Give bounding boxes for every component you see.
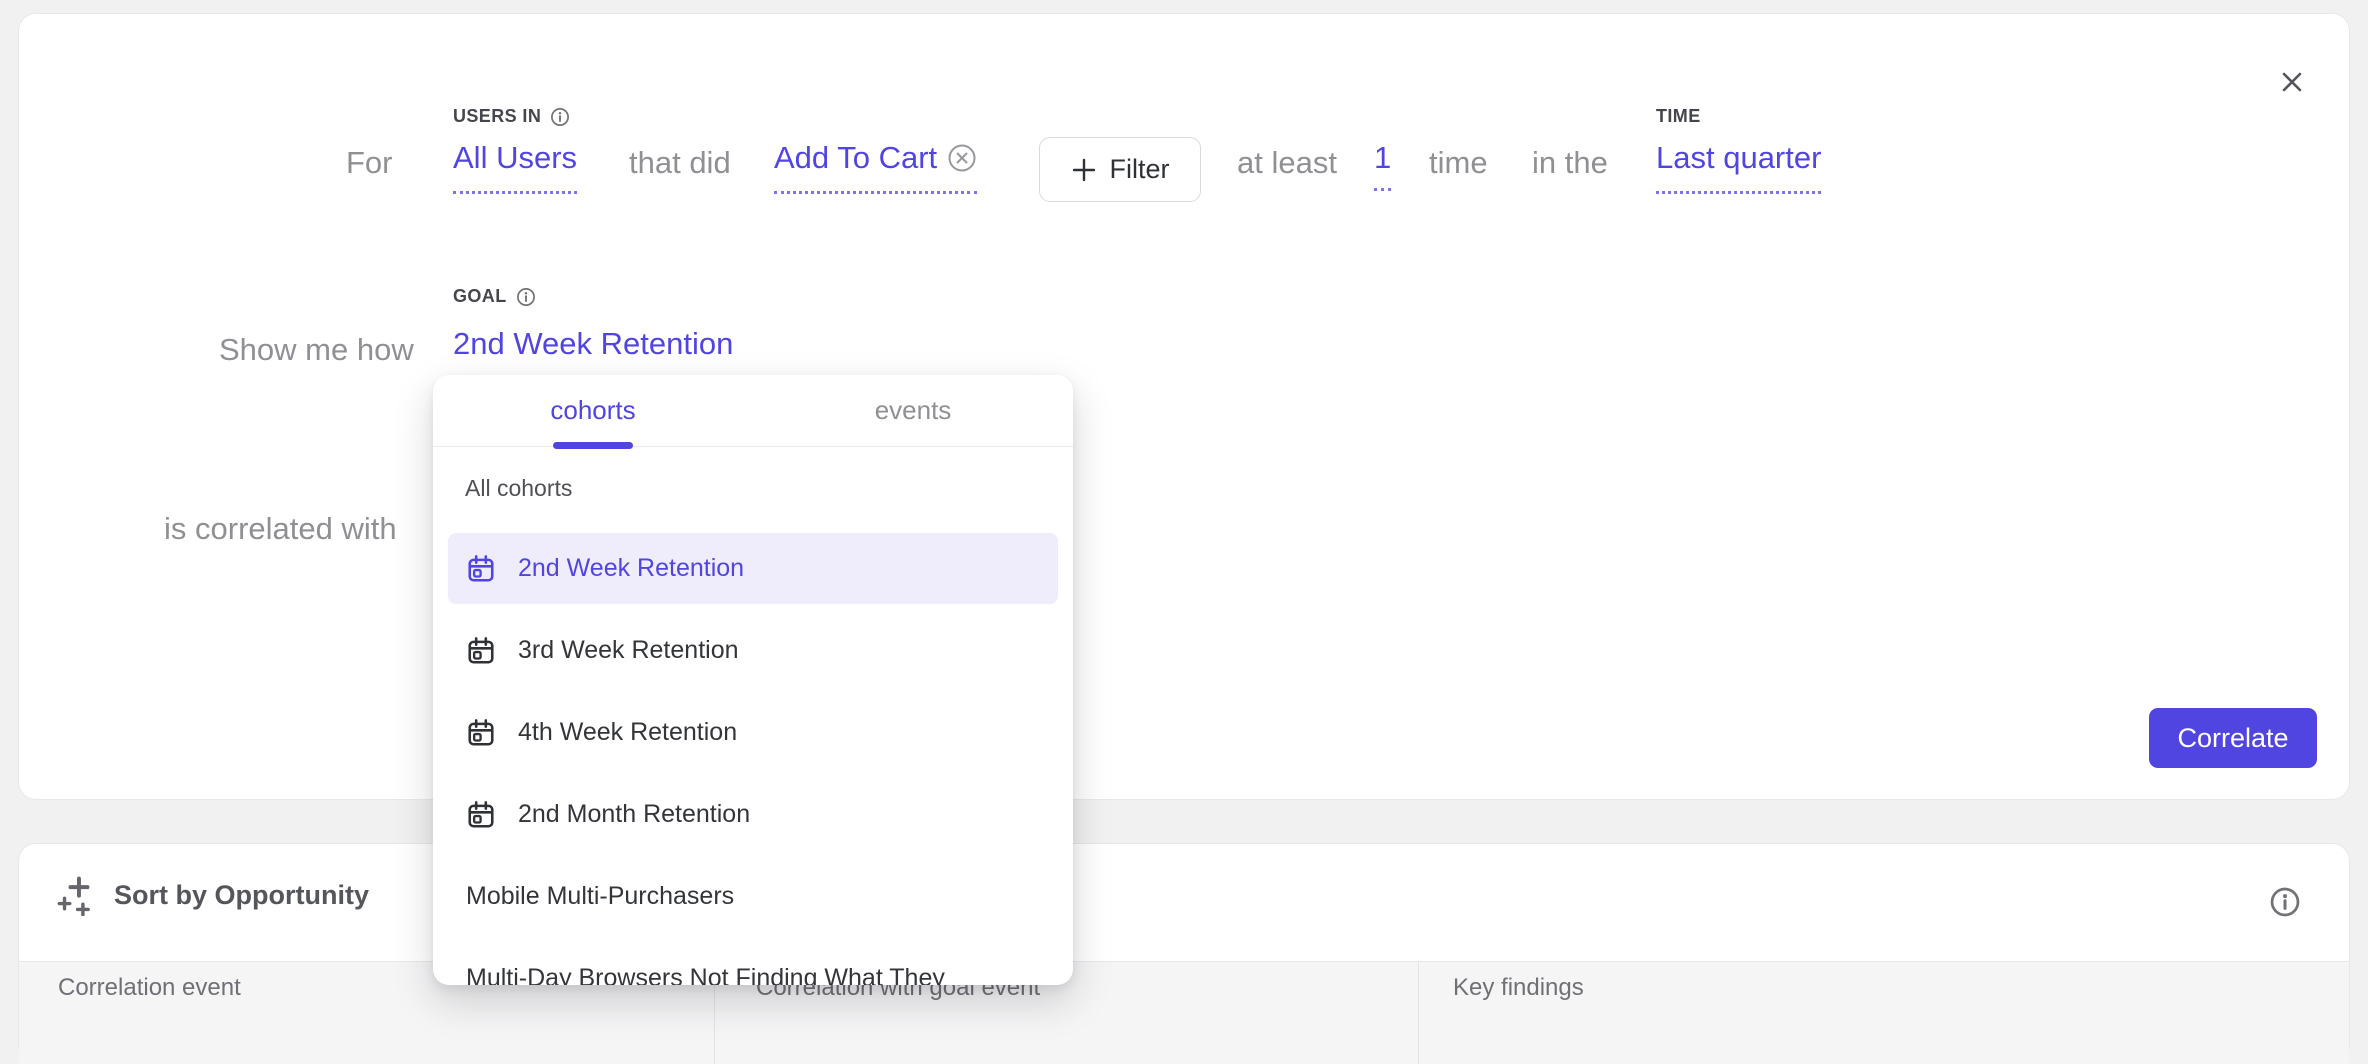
sentence-word-for: For (346, 145, 393, 181)
sparkle-plus-icon (56, 874, 98, 916)
count-selector[interactable]: 1 (1374, 140, 1391, 176)
cohort-section-label: All cohorts (465, 475, 572, 502)
sentence-word-in-the: in the (1532, 145, 1608, 181)
sentence-word-time: time (1429, 145, 1488, 181)
cohort-list-item[interactable]: 2nd Week Retention (448, 533, 1058, 604)
cohort-item-label: 2nd Week Retention (518, 554, 744, 583)
cohort-item-label: 2nd Month Retention (518, 800, 750, 829)
cohort-list-item[interactable]: 2nd Month Retention (448, 779, 1058, 850)
calendar-icon (466, 718, 496, 748)
sort-label: Sort by Opportunity (114, 880, 369, 911)
cohort-item-label: Mobile Multi-Purchasers (466, 882, 734, 911)
sentence-word-that-did: that did (629, 145, 731, 181)
column-header-key-findings: Key findings (1453, 974, 1584, 1002)
close-button[interactable] (2266, 56, 2318, 108)
cohort-list-item[interactable]: 4th Week Retention (448, 697, 1058, 768)
time-range-selector[interactable]: Last quarter (1656, 140, 1821, 194)
cohort-list-item[interactable]: Mobile Multi-Purchasers (448, 861, 1058, 932)
dropdown-tabs: cohorts events (433, 375, 1073, 447)
calendar-icon (466, 800, 496, 830)
add-filter-button[interactable]: Filter (1039, 137, 1201, 202)
sentence-word-at-least: at least (1237, 145, 1337, 181)
cohort-item-label: Multi-Day Browsers Not Finding What They (466, 964, 945, 985)
event-selector[interactable]: Add To Cart (774, 140, 977, 194)
calendar-icon (466, 636, 496, 666)
cohort-list-item[interactable]: Multi-Day Browsers Not Finding What They (448, 943, 1058, 985)
remove-event-icon[interactable] (947, 143, 977, 173)
tab-events[interactable]: events (753, 375, 1073, 446)
results-info-icon[interactable] (2269, 886, 2301, 918)
column-header-correlation-event: Correlation event (58, 974, 241, 1002)
cohort-item-label: 3rd Week Retention (518, 636, 739, 665)
plus-icon (1071, 157, 1097, 183)
active-tab-indicator (553, 442, 633, 449)
tab-cohorts[interactable]: cohorts (433, 375, 753, 446)
time-label: TIME (1656, 106, 1701, 127)
cohort-selector[interactable]: All Users (453, 140, 577, 194)
cohort-item-label: 4th Week Retention (518, 718, 737, 747)
sentence-show-me-how: Show me how (219, 332, 414, 368)
info-icon[interactable] (550, 107, 570, 127)
results-card: Sort by Opportunity Correlation event Co… (18, 843, 2350, 1063)
correlate-button[interactable]: Correlate (2149, 708, 2317, 768)
goal-label: GOAL (453, 286, 536, 307)
query-builder-card: For USERS IN All Users that did Add To C… (18, 13, 2350, 800)
goal-selector[interactable]: 2nd Week Retention (453, 326, 733, 380)
column-divider (1418, 962, 1419, 1064)
cohort-list-item[interactable]: 3rd Week Retention (448, 615, 1058, 686)
correlate-page: For USERS IN All Users that did Add To C… (0, 0, 2368, 1008)
results-table-header: Correlation event Correlation with goal … (19, 961, 2349, 1064)
cohort-list: 2nd Week Retention 3rd Week Retention 4t… (433, 533, 1073, 985)
filter-button-label: Filter (1110, 154, 1170, 185)
info-icon[interactable] (516, 287, 536, 307)
calendar-icon (466, 554, 496, 584)
close-icon (2277, 67, 2307, 97)
sentence-is-correlated-with: is correlated with (164, 511, 397, 547)
sort-by-opportunity-control[interactable]: Sort by Opportunity (56, 874, 369, 916)
users-in-label: USERS IN (453, 106, 570, 127)
cohort-picker-dropdown: cohorts events All cohorts 2nd Week Rete… (433, 375, 1073, 985)
